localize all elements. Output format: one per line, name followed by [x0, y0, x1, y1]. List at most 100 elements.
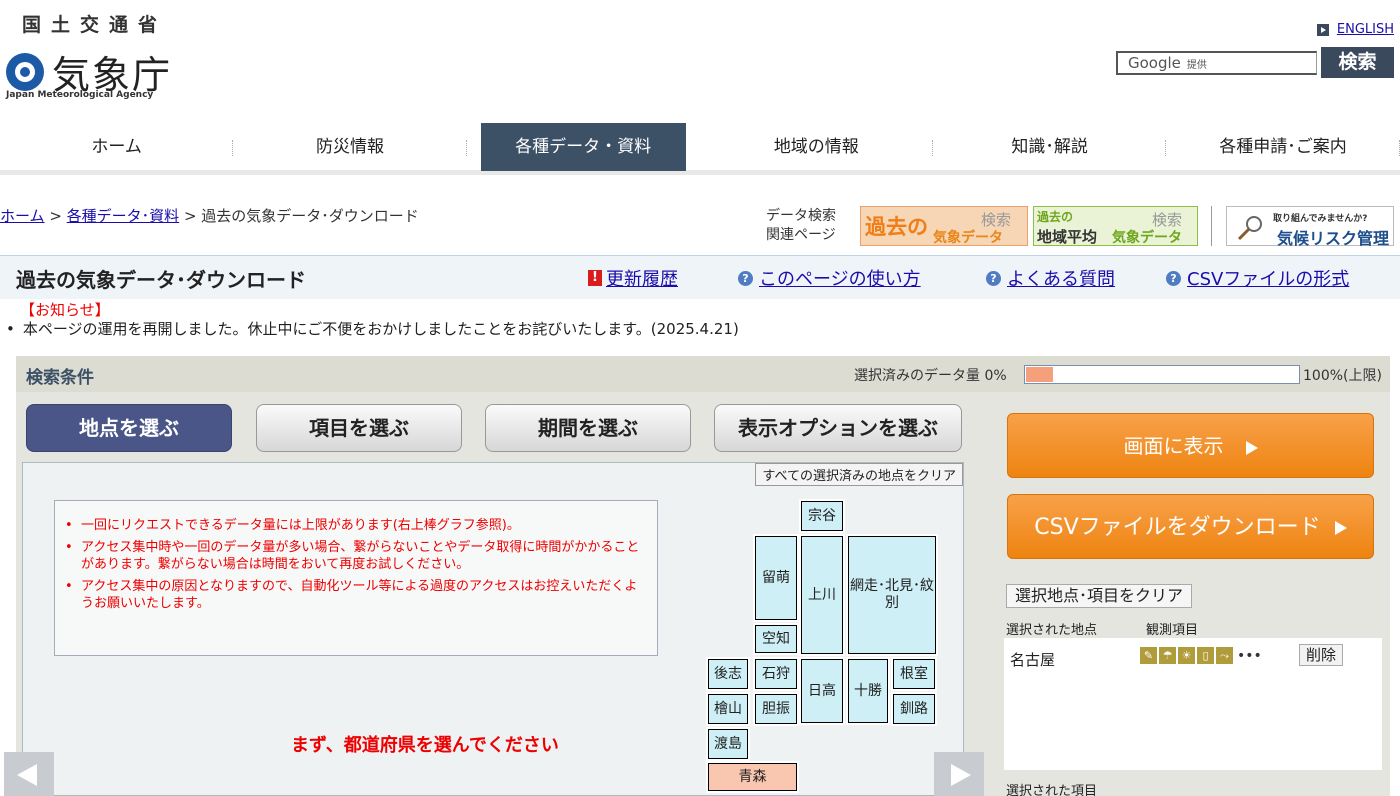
data-amount-label: 選択済みのデータ量 0%	[854, 368, 1007, 384]
tab-display-options[interactable]: 表示オプションを選ぶ	[714, 404, 962, 452]
clear-selection-button[interactable]: 選択地点･項目をクリア	[1006, 584, 1193, 608]
umbrella-icon: ☂	[1159, 647, 1176, 664]
data-amount-fill	[1026, 367, 1053, 382]
how-to-use-text[interactable]: このページの使い方	[759, 265, 921, 291]
global-nav: ホーム 防災情報 各種データ・資料 地域の情報 知識･解説 各種申請･ご案内	[0, 123, 1400, 175]
banner-risk-top: 取り組んでみませんか?	[1273, 214, 1368, 224]
region-hiyama[interactable]: 檜山	[706, 692, 750, 726]
faq-text[interactable]: よくある質問	[1007, 265, 1115, 291]
wind-icon: ⤳	[1216, 647, 1233, 664]
scroll-left-button[interactable]	[4, 752, 54, 796]
faq-link[interactable]: ? よくある質問	[986, 265, 1115, 291]
region-abashiri[interactable]: 網走･北見･紋別	[846, 534, 938, 656]
nav-item-regional[interactable]: 地域の情報	[700, 123, 934, 171]
agency-name-en: Japan Meteorological Agency	[6, 90, 154, 100]
magnifier-icon	[1237, 216, 1262, 241]
how-to-use-link[interactable]: ? このページの使い方	[738, 265, 921, 291]
help-icon: ?	[1166, 270, 1181, 286]
download-csv-button[interactable]: CSVファイルをダウンロード	[1007, 494, 1374, 559]
jma-emblem-icon	[6, 52, 44, 91]
ministry-name: 国土交通省	[22, 14, 168, 36]
banner-area-tag: 検索	[1152, 211, 1183, 229]
panel-header: 検索条件 選択済みのデータ量 0% 100%(上限)	[16, 356, 1390, 392]
more-dots: •••	[1237, 647, 1262, 664]
data-amount-progress	[1024, 365, 1300, 384]
nav-item-home[interactable]: ホーム	[0, 123, 234, 171]
scroll-right-button[interactable]	[934, 752, 984, 796]
help-icon: ?	[986, 270, 1001, 286]
breadcrumb-data[interactable]: 各種データ･資料	[67, 207, 180, 225]
choose-prefecture-message: まず、都道府県を選んでください	[291, 735, 559, 756]
pencil-icon: ✎	[1140, 647, 1157, 664]
selected-station-name: 名古屋	[1010, 651, 1056, 669]
tab-select-item[interactable]: 項目を選ぶ	[256, 404, 462, 452]
clear-all-stations-button[interactable]: すべての選択済みの地点をクリア	[755, 463, 963, 486]
nav-item-disaster[interactable]: 防災情報	[233, 123, 467, 171]
banner-past-tag: 検索	[981, 211, 1012, 229]
related-label-line2: 関連ページ	[766, 227, 836, 243]
note-item: アクセス集中の原因となりますので、自動化ツール等による過度のアクセスはお控えいた…	[65, 578, 647, 612]
csv-format-text[interactable]: CSVファイルの形式	[1187, 265, 1349, 291]
arrow-right-icon	[1316, 23, 1329, 36]
region-sorachi[interactable]: 空知	[753, 623, 799, 655]
related-pages-label: データ検索 関連ページ	[766, 207, 836, 245]
update-history-text[interactable]: 更新履歴	[606, 265, 678, 291]
panel-title: 検索条件	[26, 368, 94, 388]
thermometer-icon: ▯	[1197, 647, 1214, 664]
banner-past-weather-search[interactable]: 過去の 気象データ 検索	[860, 206, 1028, 246]
nav-item-data[interactable]: 各種データ・資料	[480, 123, 686, 171]
page-title-bar: 過去の気象データ･ダウンロード ! 更新履歴 ? このページの使い方 ? よくあ…	[0, 255, 1400, 299]
related-label-line1: データ検索	[766, 208, 836, 224]
tab-select-period[interactable]: 期間を選ぶ	[485, 404, 691, 452]
selected-stations-label: 選択された地点	[1006, 623, 1098, 638]
page-title: 過去の気象データ･ダウンロード	[16, 268, 306, 292]
region-nemuro[interactable]: 根室	[891, 657, 937, 691]
region-soya[interactable]: 宗谷	[799, 499, 845, 533]
selected-stations-list: 名古屋 ✎ ☂ ☀ ▯ ⤳ ••• 削除	[1004, 638, 1382, 770]
region-aomori[interactable]: 青森	[706, 761, 799, 793]
english-link-text[interactable]: ENGLISH	[1337, 22, 1394, 37]
region-rumoi[interactable]: 留萌	[753, 534, 799, 622]
banner-divider	[1211, 206, 1212, 246]
region-hidaka[interactable]: 日高	[799, 657, 845, 725]
region-iburi[interactable]: 胆振	[753, 692, 799, 726]
banner-past-small: 気象データ	[933, 230, 1003, 246]
notice-text: 本ページの運用を再開しました。休止中にご不便をおかけしましたことをお詫びいたしま…	[6, 318, 739, 339]
play-arrow-icon	[1245, 440, 1258, 455]
display-on-screen-button[interactable]: 画面に表示	[1007, 413, 1374, 478]
data-amount-limit: 100%(上限)	[1303, 368, 1382, 384]
note-item: アクセス集中時や一回のデータ量が多い場合、繋がらないことやデータ取得に時間がかか…	[65, 539, 647, 573]
banner-past-big: 過去の	[865, 215, 928, 239]
region-shiribeshi[interactable]: 後志	[706, 657, 750, 691]
region-kamikawa[interactable]: 上川	[799, 534, 845, 656]
nav-item-knowledge[interactable]: 知識･解説	[933, 123, 1167, 171]
banner-area-average-search[interactable]: 過去の 地域平均 気象データ 検索	[1033, 206, 1198, 246]
tab-select-station[interactable]: 地点を選ぶ	[26, 404, 232, 452]
breadcrumb-separator: >	[179, 207, 202, 225]
region-kushiro[interactable]: 釧路	[891, 692, 937, 726]
observation-icons: ✎ ☂ ☀ ▯ ⤳ •••	[1140, 647, 1262, 664]
search-button[interactable]: 検索	[1321, 47, 1394, 78]
delete-station-button[interactable]: 削除	[1299, 644, 1344, 666]
nav-item-applications[interactable]: 各種申請･ご案内	[1166, 123, 1400, 171]
search-input[interactable]: Google 提供	[1116, 51, 1317, 75]
update-history-link[interactable]: ! 更新履歴	[588, 265, 678, 291]
region-oshima[interactable]: 渡島	[706, 727, 750, 761]
region-ishikari[interactable]: 石狩	[753, 657, 799, 691]
breadcrumb-home[interactable]: ホーム	[0, 207, 45, 225]
english-link[interactable]: ENGLISH	[1316, 22, 1394, 37]
display-button-label: 画面に表示	[1123, 434, 1224, 458]
notice-heading: 【お知らせ】	[20, 301, 110, 319]
csv-format-link[interactable]: ? CSVファイルの形式	[1166, 265, 1349, 291]
help-icon: ?	[738, 270, 753, 286]
breadcrumb: ホーム > 各種データ･資料 > 過去の気象データ･ダウンロード	[0, 205, 419, 226]
banner-area-top: 過去の	[1037, 210, 1074, 224]
banner-climate-risk[interactable]: 取り組んでみませんか? 気候リスク管理	[1226, 206, 1394, 248]
banner-risk-main: 気候リスク管理	[1277, 229, 1390, 248]
observation-items-label: 観測項目	[1146, 623, 1199, 638]
search-placeholder: Google	[1128, 54, 1181, 72]
search-placeholder-sub: 提供	[1186, 60, 1207, 71]
region-tokachi[interactable]: 十勝	[846, 657, 890, 725]
notes-box: 一回にリクエストできるデータ量には上限があります(右上棒グラフ参照)。 アクセス…	[54, 500, 658, 656]
station-map-area: すべての選択済みの地点をクリア 一回にリクエストできるデータ量には上限があります…	[22, 462, 964, 796]
